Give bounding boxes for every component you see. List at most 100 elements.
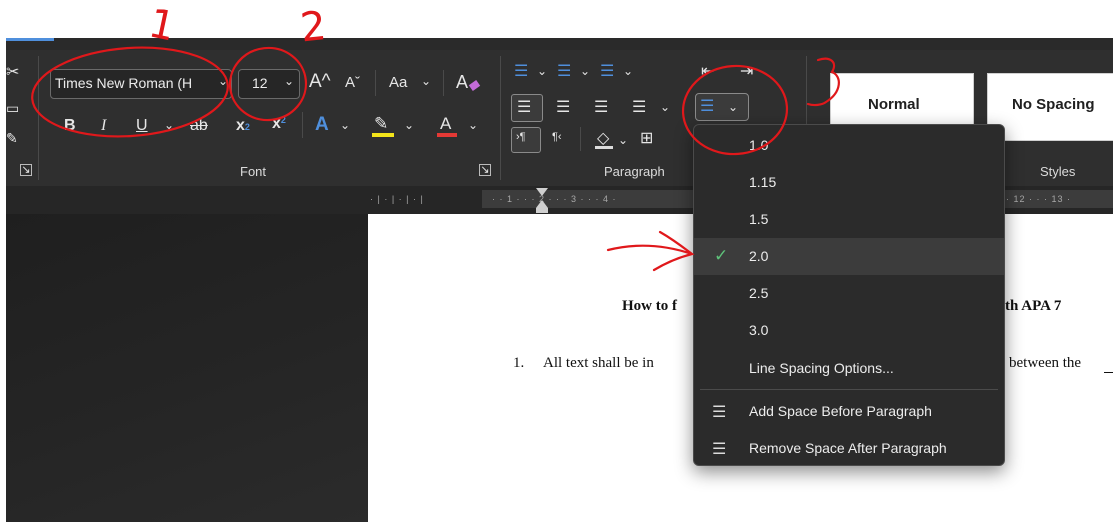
menu-item-spacing-2-5[interactable]: 2.5 bbox=[694, 275, 1004, 312]
multilevel-list-chevron-down-icon[interactable]: ⌄ bbox=[623, 64, 633, 78]
text-effects-button[interactable]: A bbox=[315, 114, 329, 136]
ribbon-tab-bar bbox=[6, 38, 1113, 50]
align-right-icon[interactable]: ☰ bbox=[594, 97, 608, 117]
font-color-button[interactable]: A bbox=[440, 114, 451, 134]
highlight-color-bar bbox=[372, 133, 394, 137]
style-no-spacing-label: No Spacing bbox=[1012, 96, 1095, 113]
font-group-label: Font bbox=[240, 164, 267, 179]
strikethrough-button[interactable]: ab bbox=[190, 117, 208, 135]
menu-item-spacing-1-5[interactable]: 1.5 bbox=[694, 201, 1004, 238]
active-tab-indicator bbox=[6, 38, 54, 41]
ruler-marks: · · 1 · · · 2 · · · 3 · · · 4 · bbox=[492, 194, 617, 204]
font-name-chevron-down-icon[interactable]: ⌄ bbox=[218, 74, 228, 88]
divider bbox=[375, 70, 376, 96]
ltr-text-icon: ›¶ bbox=[516, 131, 526, 143]
line-spacing-menu: 1.0 1.15 1.5 ✓ 2.0 2.5 3.0 Line Spacing … bbox=[693, 124, 1005, 466]
highlight-button[interactable]: ✎ bbox=[374, 114, 388, 134]
divider bbox=[443, 70, 444, 96]
remove-space-after-icon: ☰ bbox=[712, 441, 727, 458]
multilevel-list-icon[interactable]: ☰ bbox=[600, 61, 614, 81]
menu-item-label: 3.0 bbox=[749, 322, 769, 338]
divider bbox=[302, 112, 303, 138]
menu-item-label: Add Space Before Paragraph bbox=[749, 403, 932, 419]
menu-item-spacing-1-0[interactable]: 1.0 bbox=[694, 127, 1004, 164]
underline-button[interactable]: U bbox=[136, 117, 148, 135]
menu-item-label: 1.5 bbox=[749, 211, 769, 227]
rtl-text-icon[interactable]: ¶‹ bbox=[552, 131, 562, 143]
decrease-indent-icon[interactable]: ⇤ bbox=[701, 61, 714, 81]
shading-icon[interactable]: ◇ bbox=[597, 128, 609, 148]
menu-item-label: 2.0 bbox=[749, 248, 769, 264]
increase-indent-icon[interactable]: ⇥ bbox=[740, 61, 753, 81]
bullets-chevron-down-icon[interactable]: ⌄ bbox=[537, 64, 547, 78]
format-painter-icon[interactable]: ✎ bbox=[6, 130, 18, 147]
clipboard-dialog-launcher-icon[interactable]: ↘ bbox=[20, 164, 32, 176]
shrink-font-button[interactable]: Aˇ bbox=[345, 74, 360, 91]
menu-item-label: 1.15 bbox=[749, 174, 777, 190]
indent-marker[interactable] bbox=[536, 186, 548, 214]
navigation-pane bbox=[6, 214, 368, 522]
doc-list-number: 1. bbox=[513, 355, 525, 371]
menu-item-add-space-before[interactable]: ☰ Add Space Before Paragraph bbox=[694, 393, 1004, 430]
add-space-before-icon: ☰ bbox=[712, 404, 727, 421]
shading-chevron-down-icon[interactable]: ⌄ bbox=[618, 133, 628, 147]
font-color-chevron-down-icon[interactable]: ⌄ bbox=[468, 118, 478, 132]
numbering-chevron-down-icon[interactable]: ⌄ bbox=[580, 64, 590, 78]
line-spacing-icon: ☰ bbox=[700, 98, 715, 115]
subscript-label: x bbox=[236, 117, 245, 134]
style-normal-label: Normal bbox=[868, 96, 920, 113]
group-separator bbox=[500, 56, 501, 180]
doc-list-text-left: All text shall be in bbox=[543, 355, 654, 371]
font-size-chevron-down-icon[interactable]: ⌄ bbox=[284, 74, 294, 88]
underline-chevron-down-icon[interactable]: ⌄ bbox=[164, 118, 174, 132]
bullets-icon[interactable]: ☰ bbox=[514, 61, 528, 81]
doc-list-text-right: between the bbox=[1009, 355, 1082, 371]
change-case-chevron-down-icon[interactable]: ⌄ bbox=[421, 74, 431, 88]
change-case-button[interactable]: Aa bbox=[389, 74, 407, 91]
font-dialog-launcher-icon[interactable]: ↘ bbox=[479, 164, 491, 176]
italic-button[interactable]: I bbox=[101, 117, 106, 135]
font-name-value: Times New Roman (H bbox=[55, 75, 193, 91]
line-spacing-chevron-down-icon: ⌄ bbox=[728, 100, 739, 114]
justify-chevron-down-icon[interactable]: ⌄ bbox=[660, 100, 670, 114]
group-separator bbox=[38, 56, 39, 180]
menu-item-remove-space-after[interactable]: ☰ Remove Space After Paragraph bbox=[694, 430, 1004, 467]
menu-item-label: 2.5 bbox=[749, 285, 769, 301]
font-color-bar bbox=[437, 133, 457, 137]
menu-item-label: Line Spacing Options... bbox=[749, 360, 894, 376]
checkmark-icon: ✓ bbox=[714, 246, 729, 265]
divider bbox=[580, 127, 581, 151]
menu-item-label: Remove Space After Paragraph bbox=[749, 440, 947, 456]
clear-formatting-button[interactable]: A bbox=[456, 72, 468, 93]
menu-item-spacing-2-0[interactable]: ✓ 2.0 bbox=[694, 238, 1004, 275]
bold-button[interactable]: B bbox=[64, 117, 76, 135]
align-center-icon[interactable]: ☰ bbox=[556, 97, 570, 117]
menu-item-line-spacing-options[interactable]: Line Spacing Options... bbox=[694, 350, 1004, 387]
subscript-marker: 2 bbox=[244, 122, 250, 132]
subscript-button[interactable]: x2 bbox=[236, 117, 250, 135]
menu-separator bbox=[700, 389, 998, 390]
copy-icon[interactable]: ▭ bbox=[6, 100, 19, 117]
doc-heading-fragment-left: How to f bbox=[622, 298, 677, 314]
paragraph-group-label: Paragraph bbox=[604, 164, 665, 179]
grow-font-button[interactable]: A^ bbox=[309, 71, 331, 93]
superscript-button[interactable]: x2 bbox=[272, 115, 286, 133]
numbering-icon[interactable]: ☰ bbox=[557, 61, 571, 81]
text-effects-chevron-down-icon[interactable]: ⌄ bbox=[340, 118, 350, 132]
title-area bbox=[0, 0, 1113, 38]
ruler-left-ticks: · | · | · | · | bbox=[370, 194, 424, 204]
doc-text-underline-fragment bbox=[1104, 372, 1113, 373]
menu-item-spacing-3-0[interactable]: 3.0 bbox=[694, 312, 1004, 349]
align-left-icon: ☰ bbox=[517, 99, 532, 116]
menu-item-spacing-1-15[interactable]: 1.15 bbox=[694, 164, 1004, 201]
cut-icon[interactable]: ✂ bbox=[6, 62, 19, 82]
font-size-value: 12 bbox=[252, 75, 268, 91]
borders-icon[interactable]: ⊞ bbox=[640, 128, 653, 148]
doc-heading-fragment-right: th APA 7 bbox=[1005, 298, 1062, 314]
superscript-marker: 2 bbox=[280, 115, 286, 125]
justify-icon[interactable]: ☰ bbox=[632, 97, 646, 117]
styles-group-label: Styles bbox=[1040, 164, 1076, 179]
ruler-right-marks: · 12 · · · 13 · bbox=[1006, 194, 1072, 204]
superscript-label: x bbox=[272, 115, 281, 132]
highlight-chevron-down-icon[interactable]: ⌄ bbox=[404, 118, 414, 132]
